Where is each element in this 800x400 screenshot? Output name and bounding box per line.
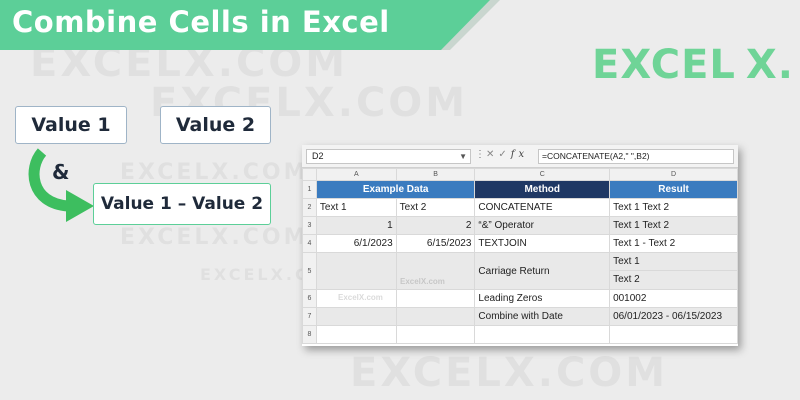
- column-header[interactable]: C: [474, 168, 611, 181]
- formula-input[interactable]: =CONCATENATE(A2," ",B2): [538, 149, 734, 164]
- watermark: EXCELX.COM: [120, 225, 309, 250]
- chevron-down-icon[interactable]: ▼: [459, 150, 467, 163]
- more-icon: ⋮: [475, 149, 485, 160]
- cell-b3[interactable]: 2: [395, 216, 476, 235]
- cell-d2[interactable]: Text 1 Text 2: [609, 198, 738, 217]
- cell-a2[interactable]: Text 1: [315, 198, 397, 217]
- column-header[interactable]: B: [395, 168, 476, 181]
- cell-d5[interactable]: Text 1 Text 2: [609, 252, 738, 290]
- ampersand-operator: &: [52, 160, 70, 184]
- brand-logo-x: X.: [745, 42, 794, 88]
- cell-d8[interactable]: [609, 325, 738, 344]
- column-header[interactable]: A: [315, 168, 397, 181]
- cell-d6[interactable]: 001002: [609, 289, 738, 308]
- cell-b6[interactable]: [395, 289, 476, 308]
- corner-cell[interactable]: [302, 168, 317, 181]
- table-row: 4 6/1/2023 6/15/2023 TEXTJOIN Text 1 - T…: [302, 234, 738, 253]
- watermark: EXCELX.COM: [120, 160, 309, 185]
- watermark: ExcelX.com: [400, 277, 445, 286]
- cell-b2[interactable]: Text 2: [395, 198, 476, 217]
- row-header[interactable]: 1: [302, 180, 317, 199]
- cell-d5-line-1: Text 1: [610, 254, 737, 271]
- row-header[interactable]: 8: [302, 325, 317, 344]
- result-box: Value 1 – Value 2: [93, 183, 271, 225]
- column-header[interactable]: D: [609, 168, 738, 181]
- watermark: ExcelX.com: [338, 293, 383, 302]
- cell-a5[interactable]: [315, 252, 397, 290]
- value-1-box: Value 1: [15, 106, 127, 144]
- cell-b7[interactable]: [395, 307, 476, 326]
- cell-b4[interactable]: 6/15/2023: [395, 234, 476, 253]
- name-box-value: D2: [312, 151, 324, 161]
- cell-a7[interactable]: [315, 307, 397, 326]
- brand-logo: EXCEL X.: [592, 42, 794, 88]
- cancel-icon[interactable]: ✕: [486, 149, 498, 160]
- table-row: 1 Example Data Method Result: [302, 180, 738, 199]
- cell-d3[interactable]: Text 1 Text 2: [609, 216, 738, 235]
- cell-grid: A B C D 1 Example Data Method Result 2 T…: [302, 168, 738, 344]
- formula-icons: ✕✓fx: [486, 149, 528, 160]
- cell-a4[interactable]: 6/1/2023: [315, 234, 397, 253]
- watermark: EXCELX.COM: [350, 350, 669, 396]
- table-row: 3 1 2 “&” Operator Text 1 Text 2: [302, 216, 738, 235]
- cell-a3[interactable]: 1: [315, 216, 397, 235]
- cell-c7[interactable]: Combine with Date: [474, 307, 611, 326]
- table-row: 8: [302, 325, 738, 344]
- value-2-box: Value 2: [160, 106, 271, 144]
- row-header[interactable]: 3: [302, 216, 317, 235]
- cell-c6[interactable]: Leading Zeros: [474, 289, 611, 308]
- header-result[interactable]: Result: [609, 180, 738, 199]
- spreadsheet: D2 ▼ ⋮ ✕✓fx =CONCATENATE(A2," ",B2) A B C…: [302, 145, 738, 346]
- row-header[interactable]: 7: [302, 307, 317, 326]
- brand-logo-text: EXCEL: [592, 42, 736, 88]
- cell-d5-line-2: Text 2: [613, 274, 640, 285]
- formula-bar: D2 ▼ ⋮ ✕✓fx =CONCATENATE(A2," ",B2): [302, 145, 738, 168]
- row-header[interactable]: 5: [302, 252, 317, 290]
- header-example-data[interactable]: Example Data: [315, 180, 476, 199]
- table-row: 2 Text 1 Text 2 CONCATENATE Text 1 Text …: [302, 198, 738, 217]
- name-box[interactable]: D2 ▼: [306, 149, 471, 164]
- cell-a8[interactable]: [315, 325, 397, 344]
- cell-d7[interactable]: 06/01/2023 - 06/15/2023: [609, 307, 738, 326]
- cell-d4[interactable]: Text 1 - Text 2: [609, 234, 738, 253]
- row-header[interactable]: 6: [302, 289, 317, 308]
- row-header[interactable]: 2: [302, 198, 317, 217]
- confirm-icon[interactable]: ✓: [498, 149, 510, 160]
- table-row: 5 Carriage Return Text 1 Text 2: [302, 252, 738, 290]
- cell-b8[interactable]: [395, 325, 476, 344]
- row-header[interactable]: 4: [302, 234, 317, 253]
- cell-c2[interactable]: CONCATENATE: [474, 198, 611, 217]
- header-method[interactable]: Method: [474, 180, 611, 199]
- function-icon[interactable]: fx: [511, 149, 528, 160]
- page-title: Combine Cells in Excel: [12, 5, 390, 39]
- cell-c5[interactable]: Carriage Return: [474, 252, 611, 290]
- table-row: 7 Combine with Date 06/01/2023 - 06/15/2…: [302, 307, 738, 326]
- cell-c8[interactable]: [474, 325, 611, 344]
- cell-c4[interactable]: TEXTJOIN: [474, 234, 611, 253]
- column-header-row: A B C D: [302, 168, 738, 181]
- cell-c3[interactable]: “&” Operator: [474, 216, 611, 235]
